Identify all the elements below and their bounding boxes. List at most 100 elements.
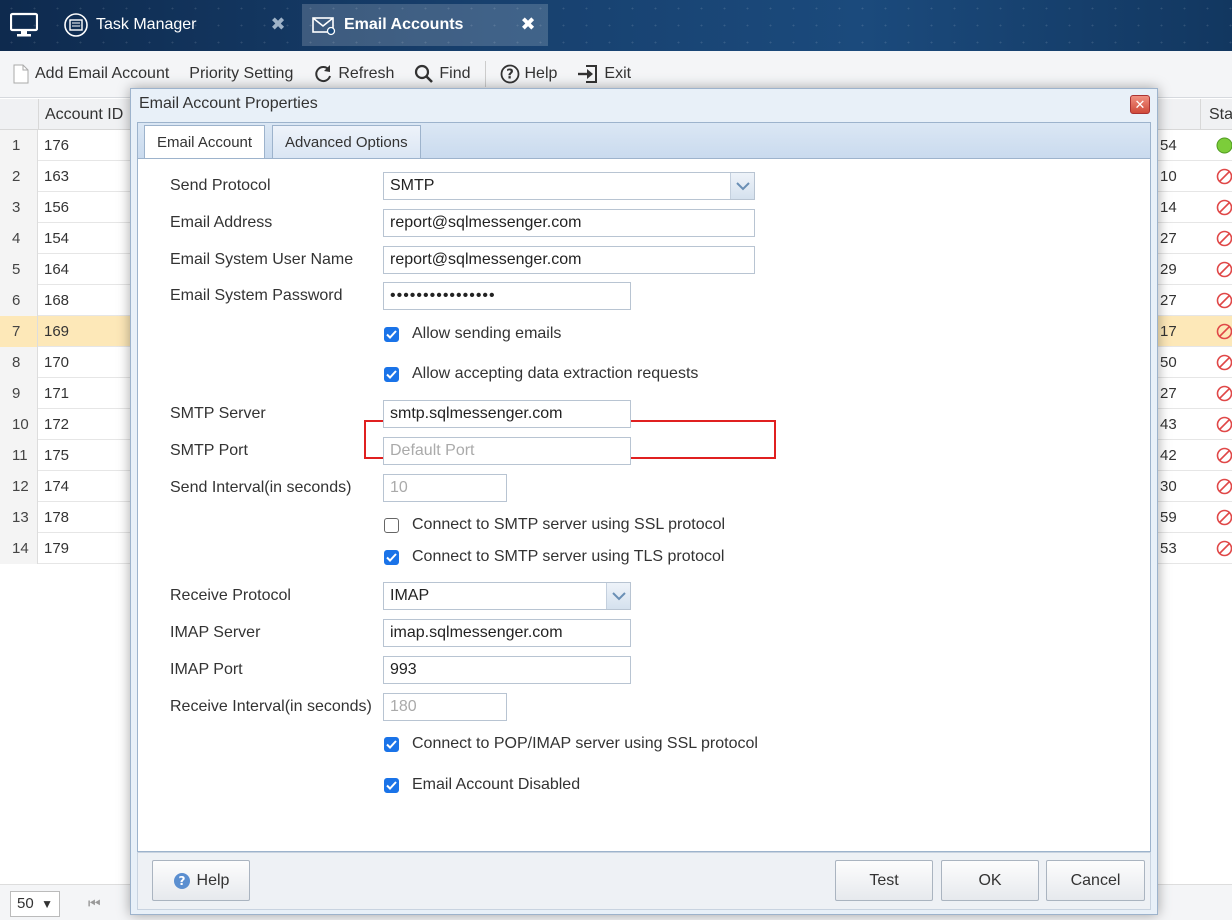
time-cell: 27 bbox=[1160, 230, 1177, 247]
user-name-field[interactable]: report@sqlmessenger.com bbox=[383, 246, 755, 274]
imap-server-label: IMAP Server bbox=[170, 624, 261, 641]
column-header-account-id[interactable]: Account ID bbox=[38, 99, 138, 130]
find-button[interactable]: Find bbox=[414, 64, 471, 84]
account-id-cell: 178 bbox=[44, 509, 70, 526]
tab-email-account[interactable]: Email Account bbox=[144, 125, 266, 161]
find-label: Find bbox=[439, 65, 471, 82]
smtp-server-field[interactable]: smtp.sqlmessenger.com bbox=[383, 400, 631, 428]
receive-interval-label: Receive Interval(in seconds) bbox=[170, 698, 372, 715]
refresh-label: Refresh bbox=[338, 65, 395, 82]
row-number: 6 bbox=[0, 285, 38, 316]
account-disabled-checkbox[interactable]: Email Account Disabled bbox=[384, 776, 580, 794]
dialog-help-button[interactable]: ? Help bbox=[152, 860, 250, 901]
time-cell: 43 bbox=[1160, 416, 1177, 433]
send-interval-field[interactable]: 10 bbox=[383, 474, 507, 502]
time-cell: 59 bbox=[1160, 509, 1177, 526]
row-number: 5 bbox=[0, 254, 38, 285]
priority-setting-label: Priority Setting bbox=[189, 65, 294, 82]
password-field[interactable]: •••••••••••••••• bbox=[383, 282, 631, 310]
status-disabled-icon bbox=[1216, 447, 1232, 464]
exit-icon bbox=[578, 65, 598, 83]
status-disabled-icon bbox=[1216, 323, 1232, 340]
page-size-select[interactable]: 50 ▼ bbox=[10, 891, 60, 917]
monitor-icon[interactable] bbox=[10, 12, 38, 38]
cancel-button[interactable]: Cancel bbox=[1046, 860, 1145, 901]
status-disabled-icon bbox=[1216, 478, 1232, 495]
allow-sending-checkbox[interactable]: Allow sending emails bbox=[384, 325, 561, 343]
imap-port-field[interactable]: 993 bbox=[383, 656, 631, 684]
account-id-cell: 156 bbox=[44, 199, 70, 216]
exit-label: Exit bbox=[604, 65, 632, 82]
receive-protocol-select[interactable]: IMAP bbox=[383, 582, 631, 610]
add-email-account-button[interactable]: Add Email Account bbox=[12, 64, 169, 84]
status-disabled-icon bbox=[1216, 168, 1232, 185]
help-label: Help bbox=[524, 65, 558, 82]
allow-extraction-checkbox[interactable]: Allow accepting data extraction requests bbox=[384, 365, 698, 383]
status-disabled-icon bbox=[1216, 540, 1232, 557]
first-page-icon[interactable]: ⏮ bbox=[88, 895, 101, 912]
status-disabled-icon bbox=[1216, 385, 1232, 402]
email-address-field[interactable]: report@sqlmessenger.com bbox=[383, 209, 755, 237]
smtp-tls-checkbox[interactable]: Connect to SMTP server using TLS protoco… bbox=[384, 548, 724, 566]
smtp-ssl-label: Connect to SMTP server using SSL protoco… bbox=[412, 516, 726, 533]
row-number: 10 bbox=[0, 409, 38, 440]
imap-ssl-label: Connect to POP/IMAP server using SSL pro… bbox=[412, 735, 758, 752]
time-cell: 27 bbox=[1160, 292, 1177, 309]
password-label: Email System Password bbox=[170, 287, 343, 304]
smtp-ssl-checkbox[interactable]: Connect to SMTP server using SSL protoco… bbox=[384, 516, 725, 534]
time-cell: 29 bbox=[1160, 261, 1177, 278]
row-number: 7 bbox=[0, 316, 38, 347]
checkbox-unchecked-icon bbox=[384, 517, 399, 533]
row-number: 3 bbox=[0, 192, 38, 223]
tab-advanced-options[interactable]: Advanced Options bbox=[272, 125, 421, 160]
account-id-cell: 163 bbox=[44, 168, 70, 185]
status-active-icon bbox=[1216, 137, 1232, 154]
refresh-button[interactable]: Refresh bbox=[313, 64, 394, 84]
send-protocol-select[interactable]: SMTP bbox=[383, 172, 755, 200]
close-icon[interactable]: ✕ bbox=[1130, 95, 1150, 114]
status-disabled-icon bbox=[1216, 509, 1232, 526]
column-header-status[interactable]: Stat bbox=[1200, 99, 1232, 130]
test-button[interactable]: Test bbox=[835, 860, 933, 901]
row-number: 8 bbox=[0, 347, 38, 378]
row-number: 11 bbox=[0, 440, 38, 471]
row-number: 14 bbox=[0, 533, 38, 564]
time-cell: 10 bbox=[1160, 168, 1177, 185]
ok-button[interactable]: OK bbox=[941, 860, 1039, 901]
smtp-tls-label: Connect to SMTP server using TLS protoco… bbox=[412, 548, 725, 565]
close-icon[interactable]: ✖ bbox=[518, 14, 538, 34]
time-cell: 54 bbox=[1160, 137, 1177, 154]
row-number: 2 bbox=[0, 161, 38, 192]
status-disabled-icon bbox=[1216, 230, 1232, 247]
priority-setting-button[interactable]: Priority Setting bbox=[189, 65, 293, 83]
receive-interval-field[interactable]: 180 bbox=[383, 693, 507, 721]
tab-task-manager[interactable]: Task Manager ✖ bbox=[54, 4, 298, 46]
help-icon: ? bbox=[173, 872, 190, 889]
checkbox-checked-icon bbox=[384, 777, 399, 793]
tab-label: Task Manager bbox=[96, 16, 197, 33]
exit-button[interactable]: Exit bbox=[577, 64, 631, 84]
chevron-down-icon bbox=[606, 583, 630, 609]
smtp-port-field[interactable]: Default Port bbox=[383, 437, 631, 465]
account-disabled-label: Email Account Disabled bbox=[412, 776, 581, 793]
tab-email-accounts[interactable]: Email Accounts ✖ bbox=[302, 4, 548, 46]
row-number: 1 bbox=[0, 130, 38, 161]
allow-sending-label: Allow sending emails bbox=[412, 325, 562, 342]
account-id-cell: 171 bbox=[44, 385, 70, 402]
time-cell: 30 bbox=[1160, 478, 1177, 495]
dialog-body: Send Protocol SMTP Email Address report@… bbox=[137, 158, 1151, 852]
app-tab-bar: Task Manager ✖ Email Accounts ✖ bbox=[0, 0, 1232, 51]
account-id-cell: 175 bbox=[44, 447, 70, 464]
time-cell: 27 bbox=[1160, 385, 1177, 402]
account-id-cell: 169 bbox=[44, 323, 70, 340]
imap-ssl-checkbox[interactable]: Connect to POP/IMAP server using SSL pro… bbox=[384, 735, 758, 753]
task-manager-icon bbox=[62, 11, 90, 39]
help-button[interactable]: ? Help bbox=[500, 64, 558, 84]
new-document-icon bbox=[13, 64, 29, 84]
tab-label: Email Accounts bbox=[344, 16, 464, 33]
imap-server-field[interactable]: imap.sqlmessenger.com bbox=[383, 619, 631, 647]
help-icon: ? bbox=[500, 64, 519, 84]
close-icon[interactable]: ✖ bbox=[268, 14, 288, 34]
email-address-label: Email Address bbox=[170, 214, 273, 231]
status-disabled-icon bbox=[1216, 416, 1232, 433]
